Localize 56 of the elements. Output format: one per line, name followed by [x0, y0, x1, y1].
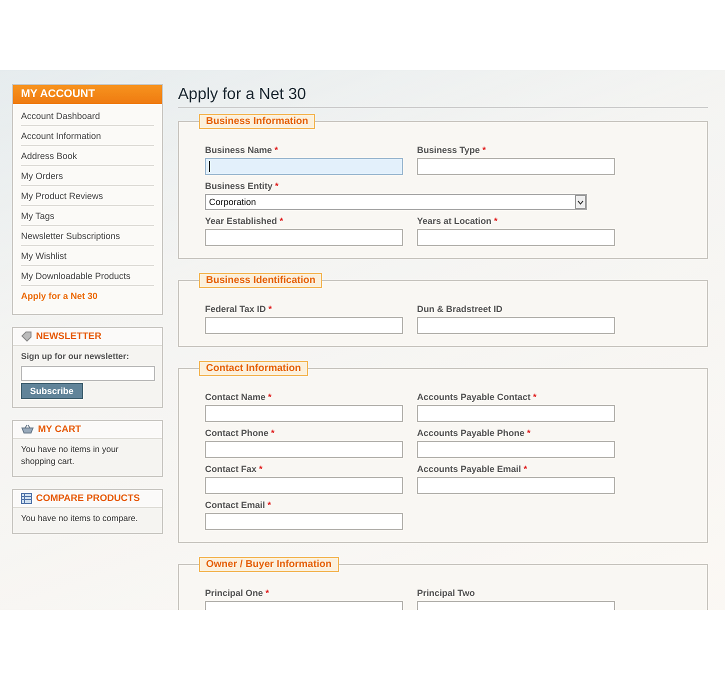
- block-title: MY CART: [38, 424, 82, 435]
- field-label: Dun & Bradstreet ID: [417, 304, 504, 314]
- input-field[interactable]: [417, 158, 615, 175]
- sidebar-link[interactable]: My Tags: [21, 206, 154, 226]
- block-title: COMPARE PRODUCTS: [36, 492, 140, 504]
- input-field[interactable]: [417, 441, 615, 458]
- sidebar-link[interactable]: Address Book: [21, 146, 154, 166]
- field-label: Contact Phone *: [205, 428, 276, 438]
- sidebar-link[interactable]: Newsletter Subscriptions: [21, 226, 154, 246]
- input-field[interactable]: [205, 513, 403, 530]
- sidebar-link[interactable]: My Orders: [21, 166, 154, 186]
- sidebar-link[interactable]: My Downloadable Products: [21, 266, 154, 286]
- table-icon: [21, 492, 32, 504]
- input-field[interactable]: [417, 477, 615, 494]
- input-field[interactable]: [205, 477, 403, 494]
- input-field[interactable]: [205, 317, 403, 334]
- block-text: You have no items to compare.: [21, 512, 138, 523]
- email-field[interactable]: [21, 366, 155, 381]
- field-label: Accounts Payable Email *: [417, 464, 528, 474]
- field-label: Contact Fax *: [205, 464, 264, 474]
- section-legend: Business Identification: [199, 273, 322, 288]
- field-label: Principal One *: [205, 588, 270, 598]
- field-label: Contact Name *: [205, 392, 273, 402]
- field-label: Business Entity *: [205, 181, 280, 191]
- input-field[interactable]: [417, 405, 615, 422]
- block-title: MY ACCOUNT: [13, 85, 162, 104]
- sidebar-link[interactable]: My Product Reviews: [21, 186, 154, 206]
- input-field[interactable]: [205, 405, 403, 422]
- section-legend: Contact Information: [199, 361, 308, 376]
- field-label: Year Established *: [205, 216, 284, 226]
- field-label: Business Type *: [417, 145, 487, 155]
- section-legend: Owner / Buyer Information: [199, 557, 339, 572]
- sidebar-link[interactable]: Account Dashboard: [21, 106, 154, 126]
- page-title: Apply for a Net 30: [178, 84, 708, 108]
- field-label: Contact Email *: [205, 500, 272, 510]
- field-label: Accounts Payable Phone *: [417, 428, 532, 438]
- input-field[interactable]: [417, 229, 615, 246]
- input-field[interactable]: [417, 317, 615, 334]
- block-title: NEWSLETTER: [36, 331, 102, 342]
- subscribe-button[interactable]: Subscribe: [21, 382, 83, 399]
- field-label: Business Name *: [205, 145, 280, 155]
- sidebar-link[interactable]: My Wishlist: [21, 246, 154, 266]
- basket-icon: [21, 424, 34, 434]
- input-field[interactable]: [205, 441, 403, 458]
- field-label: Federal Tax ID *: [205, 304, 273, 314]
- field-label: Accounts Payable Contact *: [417, 392, 538, 402]
- input-field[interactable]: [205, 229, 403, 246]
- field-label: Principal Two: [417, 588, 476, 598]
- dropdown-field[interactable]: Corporation: [205, 194, 587, 210]
- field-label: Sign up for our newsletter:: [21, 351, 130, 363]
- block-text: You have no items in your shopping cart.: [21, 444, 118, 466]
- sidebar-link[interactable]: Account Information: [21, 126, 154, 146]
- field-label: Years at Location *: [417, 216, 499, 226]
- input-field[interactable]: [205, 158, 403, 175]
- section-legend: Business Information: [199, 114, 316, 129]
- tag-icon: [21, 331, 32, 342]
